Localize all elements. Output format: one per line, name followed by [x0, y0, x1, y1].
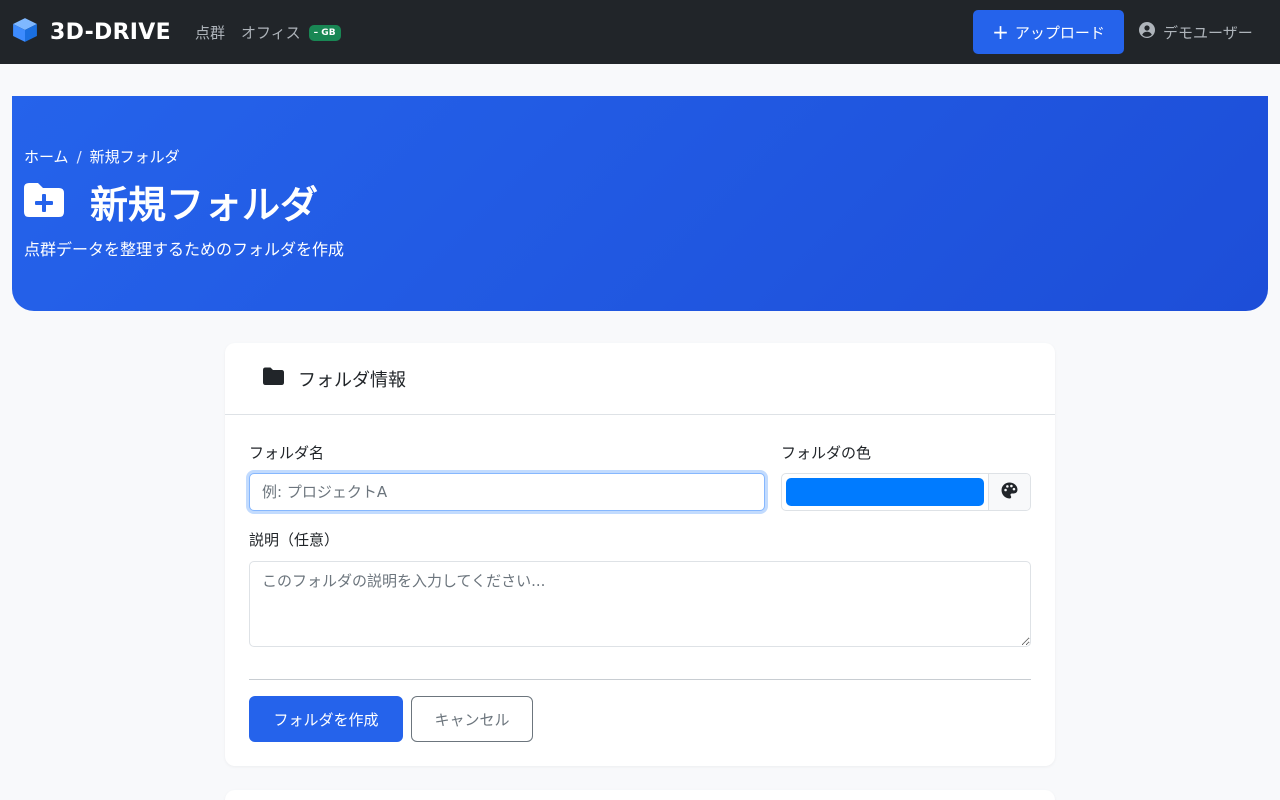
folder-icon [263, 367, 284, 390]
navbar: 3D-DRIVE 点群 オフィス – GB + アップロード デモユーザー [0, 0, 1280, 64]
color-swatch[interactable] [786, 478, 984, 506]
user-menu[interactable]: デモユーザー [1139, 0, 1253, 64]
secondary-card [225, 790, 1055, 800]
upload-button[interactable]: + アップロード [973, 10, 1124, 54]
nav-link-office[interactable]: オフィス – GB [241, 22, 341, 43]
storage-badge: – GB [308, 25, 341, 41]
description-textarea[interactable] [249, 561, 1031, 647]
user-circle-icon [1139, 22, 1163, 42]
brand-name: 3D-DRIVE [50, 19, 171, 45]
breadcrumb-current: 新規フォルダ [89, 148, 180, 166]
palette-button[interactable] [988, 474, 1030, 510]
folder-form-card: フォルダ情報 フォルダ名 フォルダの色 説明（任意） フォルダを作成 キャンセル [225, 343, 1055, 766]
palette-icon [1001, 482, 1018, 503]
breadcrumb-home[interactable]: ホーム [24, 146, 69, 167]
user-name: デモユーザー [1163, 23, 1253, 42]
cube-icon [12, 17, 38, 47]
nav-link-office-label: オフィス [240, 23, 301, 42]
plus-icon: + [992, 20, 1009, 44]
card-header: フォルダ情報 [225, 343, 1055, 415]
page-title-row: 新規フォルダ [24, 174, 318, 229]
page-title: 新規フォルダ [90, 183, 319, 227]
page-subtitle: 点群データを整理するためのフォルダを作成 [24, 240, 345, 259]
breadcrumb: ホーム / 新規フォルダ [24, 146, 180, 167]
breadcrumb-separator: / [76, 147, 82, 166]
upload-label: アップロード [1014, 23, 1105, 42]
folder-color-label: フォルダの色 [781, 444, 872, 462]
create-folder-button[interactable]: フォルダを作成 [249, 696, 403, 742]
card-title: フォルダ情報 [298, 369, 406, 391]
form-divider [249, 679, 1031, 680]
folder-color-picker [781, 473, 1031, 511]
page-header: ホーム / 新規フォルダ 新規フォルダ 点群データを整理するためのフォルダを作成 [12, 96, 1268, 311]
cancel-button[interactable]: キャンセル [411, 696, 533, 742]
folder-plus-icon [24, 182, 64, 222]
nav-link-pointcloud[interactable]: 点群 [195, 22, 225, 43]
color-swatch-wrap [782, 474, 988, 510]
folder-name-input[interactable] [249, 473, 765, 511]
description-label: 説明（任意） [249, 531, 340, 549]
brand-link[interactable]: 3D-DRIVE [12, 17, 171, 47]
folder-name-label: フォルダ名 [249, 444, 325, 462]
